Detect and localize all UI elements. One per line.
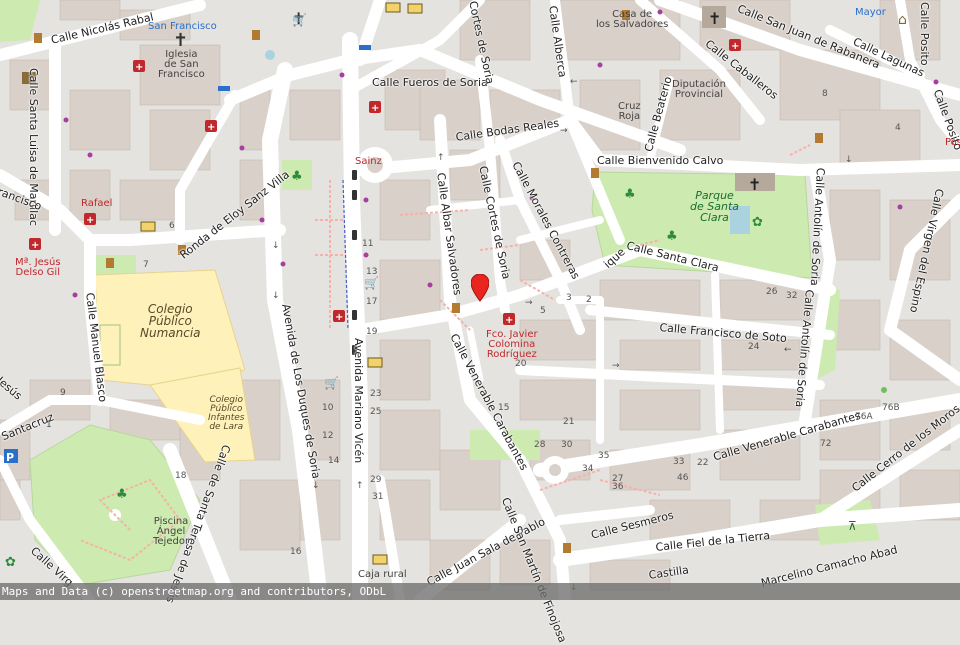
house-number: 32 xyxy=(786,291,798,301)
svg-text:♣: ♣ xyxy=(116,487,128,502)
svg-text:🛒: 🛒 xyxy=(364,276,379,290)
house-number: 21 xyxy=(563,417,575,427)
svg-text:←: ← xyxy=(784,345,792,355)
svg-text:↓: ↓ xyxy=(272,291,280,301)
place-label-rafael: Rafael xyxy=(81,198,113,209)
house-number: 22 xyxy=(697,458,709,468)
place-label-colegio-numancia: Colegio Público Numancia xyxy=(140,302,201,340)
svg-text:+: + xyxy=(86,215,94,226)
house-number: 24 xyxy=(748,342,760,352)
svg-text:🛒: 🛒 xyxy=(324,376,339,390)
svg-text:←: ← xyxy=(570,77,578,87)
svg-text:↑: ↑ xyxy=(437,153,445,163)
house-number: 76B xyxy=(882,403,900,413)
svg-text:✝: ✝ xyxy=(708,9,721,28)
map-pin-icon xyxy=(470,273,490,302)
svg-text:↓: ↓ xyxy=(312,481,320,491)
svg-text:+: + xyxy=(371,103,379,114)
house-number: 46 xyxy=(677,473,689,483)
place-label-pos: Pos xyxy=(945,137,960,148)
svg-text:+: + xyxy=(207,122,215,133)
house-number: 26 xyxy=(766,287,778,297)
house-number: 28 xyxy=(534,440,546,450)
house-number: 20 xyxy=(515,359,527,369)
svg-text:+: + xyxy=(505,315,513,326)
house-number: 7 xyxy=(143,260,149,270)
street-label-mariano: Avenida Mariano Vicén xyxy=(352,338,365,464)
map-attribution: Maps and Data (c) openstreetmap.org and … xyxy=(0,583,960,600)
house-number: 34 xyxy=(582,464,594,474)
place-label-mayor: Mayor xyxy=(855,7,886,18)
svg-text:♣: ♣ xyxy=(624,187,636,202)
house-number: 13 xyxy=(366,267,378,277)
house-number: 17 xyxy=(366,297,378,307)
svg-text:+: + xyxy=(731,41,739,52)
place-label-mjesus: Mª. Jesús Delso Gil xyxy=(15,257,61,278)
house-number: 1 xyxy=(46,420,52,430)
svg-text:→: → xyxy=(525,298,533,308)
place-label-iglesia: Iglesia de San Francisco xyxy=(158,49,205,80)
house-number: 12 xyxy=(322,431,334,441)
location-marker[interactable] xyxy=(470,273,490,306)
place-label-caja-rural: Caja rural xyxy=(358,569,407,580)
house-number: 76A xyxy=(855,412,873,422)
house-number: 2 xyxy=(586,295,592,305)
house-number: 15 xyxy=(498,403,510,413)
svg-text:↓: ↓ xyxy=(272,241,280,251)
house-number: 9 xyxy=(60,388,66,398)
svg-text:✝: ✝ xyxy=(748,175,761,194)
svg-text:✿: ✿ xyxy=(752,215,763,230)
svg-text:+: + xyxy=(335,312,343,323)
house-number: 8 xyxy=(822,89,828,99)
svg-text:⌂: ⌂ xyxy=(898,12,907,28)
svg-text:♣: ♣ xyxy=(291,169,303,184)
street-label-fueros: Calle Fueros de Soria xyxy=(372,76,488,89)
svg-text:🛒: 🛒 xyxy=(292,13,307,27)
place-label-diputacion: Diputación Provincial xyxy=(672,79,726,100)
house-number: 35 xyxy=(598,451,610,461)
house-number: 5 xyxy=(540,306,546,316)
svg-text:+: + xyxy=(31,240,39,251)
street-label-bienvenido: Calle Bienvenido Calvo xyxy=(597,154,724,167)
svg-text:♣: ♣ xyxy=(666,229,678,244)
place-label-colomina: Fco. Javier Colomina Rodríguez xyxy=(486,329,538,360)
svg-text:+: + xyxy=(135,62,143,73)
house-number: 16 xyxy=(290,547,302,557)
place-label-cruz-roja: Cruz Roja xyxy=(618,101,641,122)
house-number: 11 xyxy=(362,239,374,249)
house-number: 19 xyxy=(366,327,378,337)
place-label-parque: Parque de Santa Clara xyxy=(690,189,739,224)
svg-text:⊼: ⊼ xyxy=(848,519,857,533)
house-number: 29 xyxy=(370,475,382,485)
svg-text:→: → xyxy=(560,126,568,136)
house-number: 18 xyxy=(175,471,187,481)
house-number: 6 xyxy=(169,221,175,231)
svg-text:→: → xyxy=(612,361,620,371)
house-number: 33 xyxy=(673,457,685,467)
place-label-casa-salvadores: Casa de los Salvadores xyxy=(596,9,669,30)
house-number: 4 xyxy=(895,123,901,133)
svg-text:✝: ✝ xyxy=(173,30,188,51)
house-number: 30 xyxy=(561,440,573,450)
house-number: 72 xyxy=(820,439,832,449)
svg-text:↓: ↓ xyxy=(845,155,853,165)
svg-text:✿: ✿ xyxy=(5,555,16,570)
house-number: 36 xyxy=(612,482,624,492)
svg-text:P: P xyxy=(6,451,14,464)
house-number: 3 xyxy=(566,293,572,303)
house-number: 31 xyxy=(372,492,384,502)
roundabout-center xyxy=(549,464,561,476)
place-label-sainz: Sainz xyxy=(355,156,382,167)
place-label-piscina: Piscina Ángel Tejedor xyxy=(153,516,190,547)
house-number: 14 xyxy=(328,456,340,466)
street-label-posito-top: Calle Posito xyxy=(918,2,931,66)
house-number: 10 xyxy=(322,403,334,413)
house-number: 25 xyxy=(370,407,382,417)
place-label-colegio-infantes: Colegio Público Infantes de Lara xyxy=(208,395,245,432)
house-number: 23 xyxy=(370,389,382,399)
svg-text:↑: ↑ xyxy=(356,481,364,491)
place-label-san-francisco: San Francisco xyxy=(148,21,217,32)
